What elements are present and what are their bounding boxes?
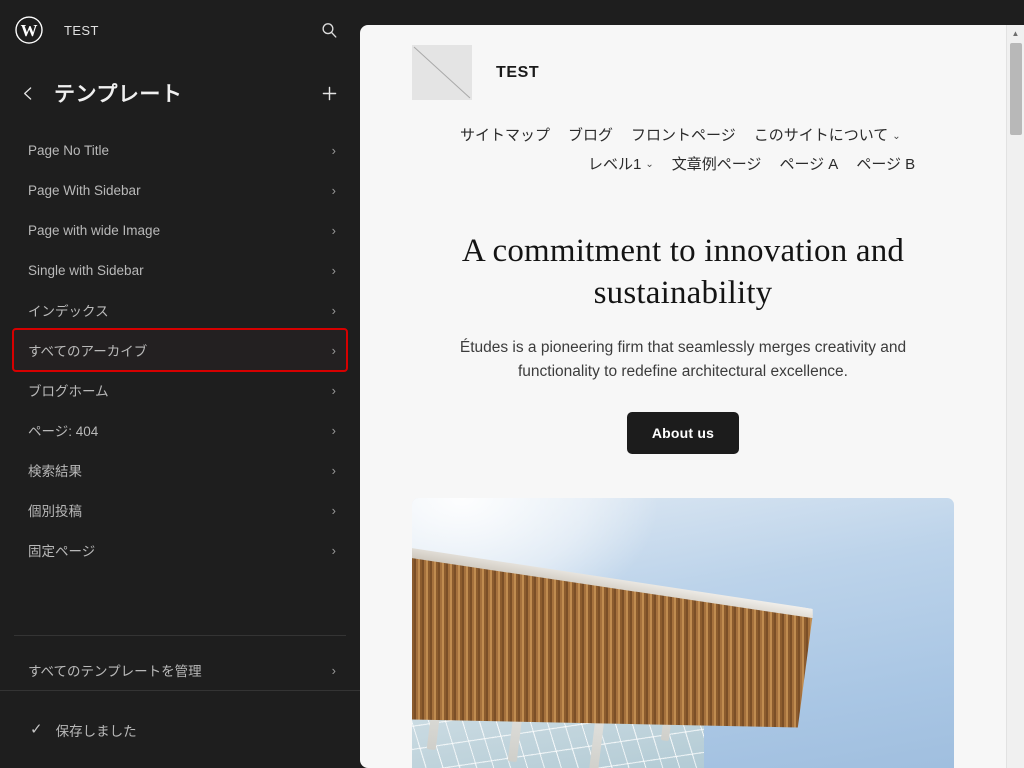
preview-nav-link-label: ブログ: [568, 127, 614, 144]
sidebar-title-row: テンプレート: [0, 60, 360, 126]
preview-scrollbar[interactable]: ▲: [1006, 25, 1024, 768]
chevron-right-icon: ›: [331, 502, 336, 518]
scroll-up-icon[interactable]: ▲: [1007, 25, 1024, 41]
template-item-label: ページ: 404: [28, 424, 99, 439]
chevron-right-icon: ›: [331, 262, 336, 278]
sidebar-item-template-4[interactable]: インデックス ›: [14, 290, 346, 330]
wordpress-logo-icon[interactable]: W: [14, 15, 44, 45]
sidebar-item-template-0[interactable]: Page No Title ›: [14, 130, 346, 170]
chevron-right-icon: ›: [331, 542, 336, 558]
template-item-label: Page with wide Image: [28, 222, 161, 238]
preview-nav-link[interactable]: このサイトについて ⌄: [754, 122, 901, 151]
template-item-label: ブログホーム: [28, 384, 109, 399]
chevron-right-icon: ›: [331, 422, 336, 438]
hero-heading: A commitment to innovation and sustainab…: [461, 233, 905, 311]
template-item-label: 固定ページ: [28, 544, 96, 559]
chevron-right-icon: ›: [331, 382, 336, 398]
preview-nav-link[interactable]: ブログ: [568, 122, 613, 151]
preview-nav-link-label: このサイトについて: [753, 127, 889, 144]
sidebar-item-template-6[interactable]: ブログホーム ›: [14, 370, 346, 410]
template-item-label: Page With Sidebar: [28, 182, 141, 198]
scrollbar-thumb[interactable]: [1010, 43, 1022, 135]
chevron-right-icon: ›: [331, 182, 336, 198]
preview-nav-link-label: レベル1: [588, 155, 642, 173]
template-item-label: 個別投稿: [28, 504, 82, 519]
preview-scroll-region: TEST サイトマップ ブログ フロントページ このサイトについて ⌄ レベル1 ⌄ 文章例…: [360, 25, 1024, 768]
preview-brand-row: TEST: [412, 45, 954, 100]
preview-nav-link-label: サイトマップ: [460, 127, 551, 144]
sidebar-item-template-1[interactable]: Page With Sidebar ›: [14, 170, 346, 210]
preview-nav-row-2: レベル1 ⌄ 文章例ページ ページ A ページ B: [412, 151, 954, 180]
preview-nav-link[interactable]: ページ B: [856, 151, 915, 180]
preview-photo-wrap: [360, 454, 1006, 768]
sidebar-topbar: W TEST: [0, 0, 360, 60]
sidebar-site-name: TEST: [64, 22, 99, 38]
chevron-down-icon[interactable]: ⌄: [892, 127, 900, 146]
preview-navigation: サイトマップ ブログ フロントページ このサイトについて ⌄ レベル1 ⌄ 文章例ページ ペー…: [412, 122, 954, 179]
template-item-label: インデックス: [28, 304, 109, 319]
chevron-down-icon[interactable]: ⌄: [645, 155, 653, 174]
preview-brand-title: TEST: [496, 63, 540, 81]
manage-all-label: すべてのテンプレートを管理: [28, 664, 202, 679]
preview-nav-link-label: フロントページ: [631, 127, 736, 144]
sidebar-divider: [14, 635, 346, 636]
template-item-label: 検索結果: [28, 464, 82, 479]
search-icon[interactable]: [312, 13, 346, 47]
template-list: Page No Title › Page With Sidebar › Page wit…: [0, 126, 360, 623]
preview-nav-row-1: サイトマップ ブログ フロントページ このサイトについて ⌄: [412, 122, 954, 151]
editor-canvas-area: TEST サイトマップ ブログ フロントページ このサイトについて ⌄ レベル1 ⌄ 文章例…: [360, 0, 1024, 768]
preview-nav-link-label: ページ B: [856, 155, 916, 173]
sidebar-item-template-10[interactable]: 固定ページ ›: [14, 530, 346, 570]
about-us-button[interactable]: About us: [626, 412, 740, 455]
preview-nav-link-label: 文章例ページ: [671, 155, 762, 173]
chevron-right-icon: ›: [331, 342, 336, 358]
status-badge: 保存しました: [55, 723, 137, 739]
template-item-label: Page No Title: [28, 142, 110, 158]
site-editor-window: W TEST テンプレート Page No Title › Page With …: [0, 0, 1024, 768]
preview-nav-link[interactable]: レベル1 ⌄: [588, 151, 654, 180]
chevron-right-icon: ›: [331, 142, 336, 158]
svg-text:W: W: [21, 21, 38, 40]
site-preview-frame[interactable]: TEST サイトマップ ブログ フロントページ このサイトについて ⌄ レベル1 ⌄ 文章例…: [360, 25, 1024, 768]
architecture-photo: [412, 498, 954, 768]
chevron-left-icon[interactable]: [10, 75, 46, 111]
chevron-right-icon: ›: [331, 462, 336, 478]
page-title: テンプレート: [54, 83, 183, 106]
sidebar-item-template-7[interactable]: ページ: 404 ›: [14, 410, 346, 450]
image-placeholder-icon[interactable]: [412, 45, 472, 100]
preview-nav-link[interactable]: サイトマップ: [460, 122, 550, 151]
preview-nav-link-label: ページ A: [779, 155, 839, 173]
preview-hero-section: A commitment to innovation and sustainab…: [360, 179, 1006, 455]
sidebar-item-template-8[interactable]: 検索結果 ›: [14, 450, 346, 490]
editor-sidebar: W TEST テンプレート Page No Title › Page With …: [0, 0, 360, 768]
check-icon: ✓: [30, 721, 43, 738]
chevron-right-icon: ›: [331, 222, 336, 238]
sidebar-item-template-3[interactable]: Single with Sidebar ›: [14, 250, 346, 290]
template-item-label: Single with Sidebar: [28, 262, 144, 278]
sidebar-item-template-9[interactable]: 個別投稿 ›: [14, 490, 346, 530]
sidebar-item-template-2[interactable]: Page with wide Image ›: [14, 210, 346, 250]
save-status-bar[interactable]: ✓ 保存しました: [0, 690, 360, 768]
preview-nav-link[interactable]: ページ A: [779, 151, 838, 180]
preview-nav-link[interactable]: 文章例ページ: [672, 151, 762, 180]
sidebar-item-template-5[interactable]: すべてのアーカイブ ›: [12, 328, 348, 372]
sidebar-item-manage-all-templates[interactable]: すべてのテンプレートを管理 ›: [14, 650, 346, 690]
chevron-right-icon: ›: [331, 662, 336, 678]
preview-site-header: TEST サイトマップ ブログ フロントページ このサイトについて ⌄ レベル1 ⌄ 文章例…: [360, 25, 1006, 179]
hero-button-wrap: About us: [390, 412, 976, 455]
chevron-right-icon: ›: [331, 302, 336, 318]
preview-nav-link[interactable]: フロントページ: [631, 122, 736, 151]
template-item-label: すべてのアーカイブ: [28, 344, 148, 359]
plus-icon[interactable]: [312, 76, 346, 110]
hero-paragraph: Études is a pioneering firm that seamles…: [459, 339, 907, 381]
